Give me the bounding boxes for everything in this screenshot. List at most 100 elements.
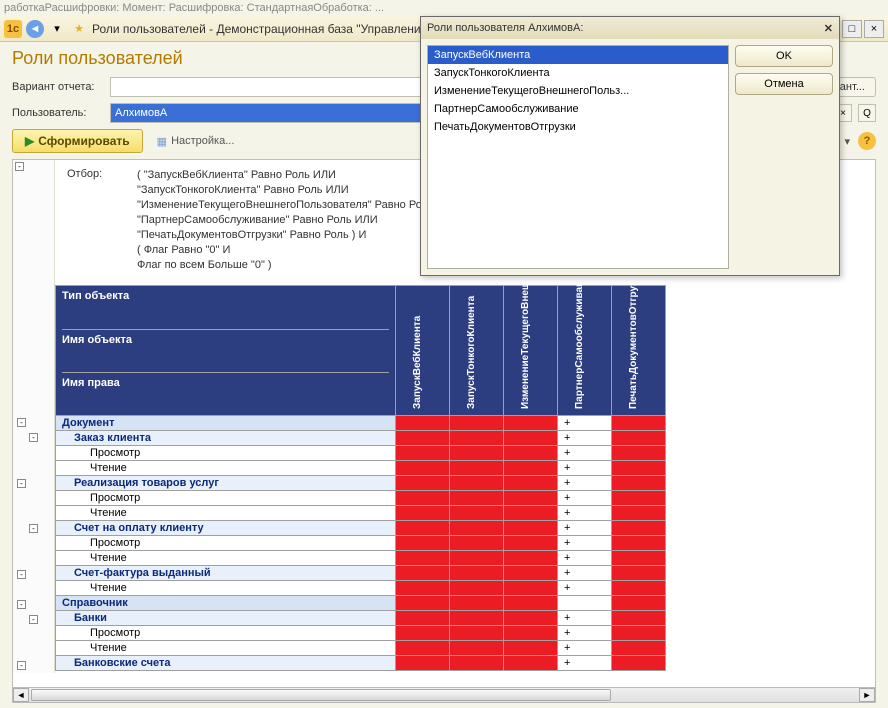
tree-expander[interactable]: - [17,479,26,488]
cell [504,566,558,581]
dialog-close-icon[interactable]: ✕ [824,22,833,35]
dialog-list-item[interactable]: ИзменениеТекущегоВнешнегоПольз... [428,82,728,100]
cell [396,536,450,551]
hdr-name: Имя объекта [62,329,389,372]
row-label: Просмотр [56,536,396,551]
cell [396,521,450,536]
cell [612,611,666,626]
dialog-list-item[interactable]: ПартнерСамообслуживание [428,100,728,118]
cell [612,551,666,566]
table-row: Просмотр+ [56,446,666,461]
form-button-label: Сформировать [38,134,129,148]
back-icon[interactable]: ◄ [26,20,44,38]
tree-expander[interactable]: - [29,524,38,533]
cell [396,506,450,521]
row-label: Счет-фактура выданный [56,566,396,581]
cell: + [558,536,612,551]
cell: + [558,611,612,626]
cell [450,506,504,521]
cell: + [558,431,612,446]
cell [396,581,450,596]
table-row: Заказ клиента + [56,431,666,446]
cell [396,626,450,641]
scroll-right-icon[interactable]: ► [859,688,875,702]
column-header: ЗапускВебКлиента [396,286,450,416]
hdr-type: Тип объекта [62,286,389,329]
settings-link[interactable]: ▦Настройка... [157,135,235,148]
cell [612,431,666,446]
cell [612,506,666,521]
tree-expander[interactable]: - [29,615,38,624]
cell [396,491,450,506]
tree-expander[interactable]: - [17,570,26,579]
cell: + [558,641,612,656]
close-button[interactable]: × [864,20,884,38]
cell [612,581,666,596]
app-icon: 1c [4,20,22,38]
cell: + [558,446,612,461]
cell [504,416,558,431]
row-label: Заказ клиента [56,431,396,446]
dialog-titlebar[interactable]: Роли пользователя АлхимовА: ✕ [421,17,839,39]
dialog-list-item[interactable]: ПечатьДокументовОтгрузки [428,118,728,136]
cell [450,476,504,491]
tree-expander[interactable]: - [15,162,24,171]
tree-expander[interactable]: - [17,661,26,670]
cell [450,536,504,551]
star-icon[interactable]: ★ [70,20,88,38]
cell: + [558,461,612,476]
dialog-list[interactable]: ЗапускВебКлиентаЗапускТонкогоКлиентаИзме… [427,45,729,269]
cell [396,476,450,491]
cell [612,626,666,641]
cell [396,596,450,611]
cell: + [558,506,612,521]
cell [450,461,504,476]
row-label: Просмотр [56,491,396,506]
cell [612,566,666,581]
row-label: Документ [56,416,396,431]
cell [612,476,666,491]
table-row: Банковские счета+ [56,656,666,671]
maximize-button[interactable]: □ [842,20,862,38]
dropdown-icon[interactable]: ▾ [48,20,66,38]
table-row: Просмотр+ [56,491,666,506]
cell: + [558,566,612,581]
dialog-cancel-button[interactable]: Отмена [735,73,833,95]
row-label: Чтение [56,551,396,566]
cell [612,491,666,506]
row-label: Реализация товаров услуг [56,476,396,491]
cell [396,416,450,431]
table-row: Реализация товаров услуг+ [56,476,666,491]
variant-label: Вариант отчета: [12,81,104,93]
tree-expander[interactable]: - [17,418,26,427]
cell [504,491,558,506]
column-header: ПартнерСамообслуживание [558,286,612,416]
cell: + [558,626,612,641]
table-row: Чтение+ [56,461,666,476]
table-row: Документ+ [56,416,666,431]
cell [396,446,450,461]
report-grid: Тип объектаИмя объектаИмя праваЗапускВеб… [55,285,666,671]
user-search-icon[interactable]: Q [858,104,876,122]
cell [504,581,558,596]
row-label: Просмотр [56,626,396,641]
user-label: Пользователь: [12,107,104,119]
dialog-ok-button[interactable]: OK [735,45,833,67]
cell [504,536,558,551]
cell [504,431,558,446]
tree-gutter: --------- [13,160,55,673]
help-icon[interactable]: ? [858,132,876,150]
form-button[interactable]: ▶ Сформировать [12,129,143,153]
tree-expander[interactable]: - [17,600,26,609]
scroll-left-icon[interactable]: ◄ [13,688,29,702]
dialog-list-item[interactable]: ЗапускТонкогоКлиента [428,64,728,82]
cell [558,596,612,611]
cell [504,506,558,521]
cell [612,596,666,611]
scroll-thumb[interactable] [31,689,611,701]
play-icon: ▶ [25,134,34,148]
cell [504,476,558,491]
dialog-list-item[interactable]: ЗапускВебКлиента [428,46,728,64]
tree-expander[interactable]: - [29,433,38,442]
horizontal-scrollbar[interactable]: ◄ ► [12,687,876,703]
